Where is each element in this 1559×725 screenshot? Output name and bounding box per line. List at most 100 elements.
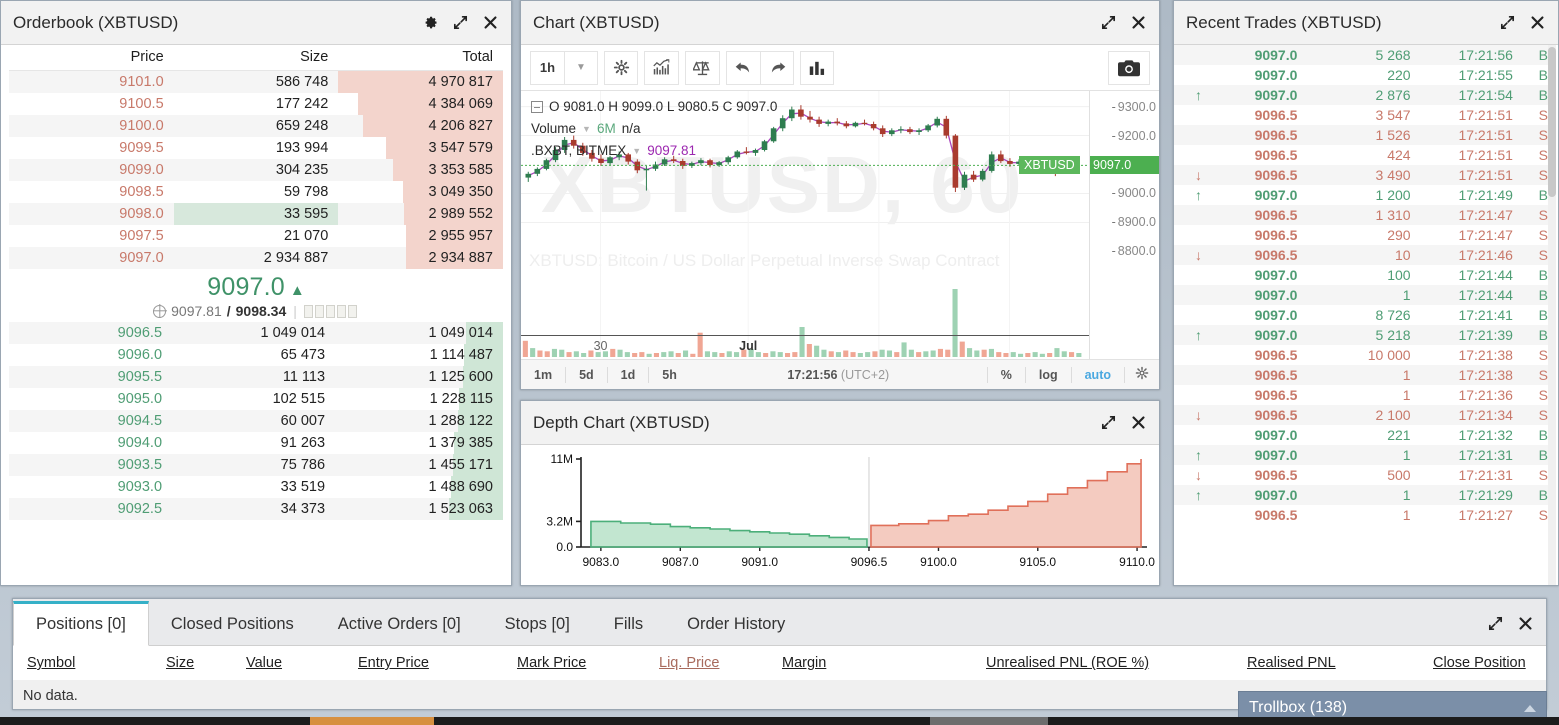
orderbook-row[interactable]: 9092.5 34 373 1 523 063 [9, 498, 503, 520]
orderbook-row[interactable]: 9097.0 2 934 887 2 934 887 [9, 247, 503, 269]
expand-icon[interactable] [1499, 14, 1516, 31]
tab-active-orders-0[interactable]: Active Orders [0] [316, 604, 483, 645]
tab-fills[interactable]: Fills [592, 604, 665, 645]
orderbook-row[interactable]: 9093.5 75 786 1 455 171 [9, 454, 503, 476]
gear-icon[interactable] [422, 14, 439, 31]
column-margin[interactable]: Margin [782, 655, 826, 671]
column-mark-price[interactable]: Mark Price [517, 655, 586, 671]
trade-row[interactable]: ↓ 9096.5 10 17:21:46 S [1174, 245, 1548, 265]
interval-selector[interactable]: 1h ▼ [530, 50, 598, 85]
orderbook-row[interactable]: 9099.0 304 235 3 353 585 [9, 159, 503, 181]
compare-button[interactable] [685, 50, 720, 85]
snapshot-button[interactable] [1108, 50, 1150, 85]
orderbook-row[interactable]: 9099.5 193 994 3 547 579 [9, 137, 503, 159]
trade-row[interactable]: 9097.0 5 268 17:21:56 B [1174, 45, 1548, 65]
trade-row[interactable]: 9096.5 424 17:21:51 S [1174, 145, 1548, 165]
chart-range-5h[interactable]: 5h [649, 368, 690, 382]
column-size[interactable]: Size [166, 655, 194, 671]
expand-icon[interactable] [1487, 615, 1504, 632]
close-icon[interactable] [1130, 414, 1147, 431]
trade-row[interactable]: 9096.5 1 17:21:27 S [1174, 505, 1548, 525]
price-axis[interactable]: 9300.09200.09000.08900.08800.09098.09097… [1089, 91, 1159, 359]
orderbook-col-price[interactable]: Price [9, 45, 174, 71]
orderbook-row[interactable]: 9095.0 102 515 1 228 115 [9, 388, 503, 410]
trade-row[interactable]: ↑ 9097.0 1 200 17:21:49 B [1174, 185, 1548, 205]
orderbook-row[interactable]: 9098.0 33 595 2 989 552 [9, 203, 503, 225]
log-scale-button[interactable]: log [1026, 368, 1071, 382]
orderbook-row[interactable]: 9093.0 33 519 1 488 690 [9, 476, 503, 498]
depth-chart-plot[interactable]: 0.0 3.2M 11M 9083.0 9087.0 9091.0 9096.5 9100.0… [521, 445, 1159, 585]
tab-stops-0[interactable]: Stops [0] [483, 604, 592, 645]
tab-order-history[interactable]: Order History [665, 604, 807, 645]
trade-row[interactable]: 9097.0 221 17:21:32 B [1174, 425, 1548, 445]
orderbook-row[interactable]: 9094.5 60 007 1 288 122 [9, 410, 503, 432]
tab-positions-0[interactable]: Positions [0] [13, 601, 149, 646]
orderbook-row[interactable]: 9094.0 91 263 1 379 385 [9, 432, 503, 454]
chart-range-5d[interactable]: 5d [566, 368, 607, 382]
percent-scale-button[interactable]: % [988, 368, 1025, 382]
orderbook-row[interactable]: 9097.5 21 070 2 955 957 [9, 225, 503, 247]
chart-header-icons [1100, 14, 1147, 31]
trade-row[interactable]: ↑ 9097.0 5 218 17:21:39 B [1174, 325, 1548, 345]
tab-closed-positions[interactable]: Closed Positions [149, 604, 316, 645]
column-close-position[interactable]: Close Position [1433, 655, 1526, 671]
chart-range-1d[interactable]: 1d [608, 368, 649, 382]
orderbook-col-size[interactable]: Size [173, 45, 339, 71]
undo-button[interactable] [726, 50, 760, 85]
trade-row[interactable]: 9097.0 1 17:21:44 B [1174, 285, 1548, 305]
trade-row[interactable]: 9096.5 1 17:21:36 S [1174, 385, 1548, 405]
trade-row[interactable]: 9096.5 1 17:21:38 S [1174, 365, 1548, 385]
trade-row[interactable]: ↑ 9097.0 1 17:21:31 B [1174, 445, 1548, 465]
chart-type-button[interactable] [800, 50, 834, 85]
orderbook-row[interactable]: 9096.0 65 473 1 114 487 [9, 344, 503, 366]
column-realised-pnl[interactable]: Realised PNL [1247, 655, 1336, 671]
close-icon[interactable] [1130, 14, 1147, 31]
time-axis[interactable]: 30 Jul [521, 335, 1089, 359]
trade-row[interactable]: ↑ 9097.0 1 17:21:29 B [1174, 485, 1548, 505]
expand-icon[interactable] [1100, 414, 1117, 431]
chart-footer-settings-button[interactable] [1125, 366, 1159, 383]
expand-icon[interactable] [1100, 14, 1117, 31]
triangle-up-icon[interactable] [1524, 704, 1536, 712]
column-value[interactable]: Value [246, 655, 282, 671]
indicators-button[interactable] [644, 50, 679, 85]
trade-row[interactable]: 9096.5 1 310 17:21:47 S [1174, 205, 1548, 225]
column-liq-price[interactable]: Liq. Price [659, 655, 719, 671]
chart-settings-button[interactable] [604, 50, 638, 85]
trade-row[interactable]: ↓ 9096.5 2 100 17:21:34 S [1174, 405, 1548, 425]
trade-row[interactable]: ↓ 9096.5 3 490 17:21:51 S [1174, 165, 1548, 185]
orderbook-row[interactable]: 9096.5 1 049 014 1 049 014 [9, 322, 503, 344]
orderbook-row[interactable]: 9101.0 586 748 4 970 817 [9, 70, 503, 93]
trades-scrollbar-thumb[interactable] [1548, 47, 1556, 197]
taskbar-item[interactable] [310, 717, 434, 725]
orderbook-row[interactable]: 9098.5 59 798 3 049 350 [9, 181, 503, 203]
trade-row[interactable]: ↓ 9096.5 500 17:21:31 S [1174, 465, 1548, 485]
trade-price: 9097.0 [1254, 307, 1298, 323]
column-entry-price[interactable]: Entry Price [358, 655, 429, 671]
close-icon[interactable] [482, 14, 499, 31]
expand-icon[interactable] [452, 14, 469, 31]
chart-plot-area[interactable]: XBTUSD, 60 XBTUSD: Bitcoin / US Dollar P… [521, 91, 1159, 359]
auto-scale-button[interactable]: auto [1072, 368, 1124, 382]
close-icon[interactable] [1529, 14, 1546, 31]
trade-row[interactable]: 9097.0 8 726 17:21:41 B [1174, 305, 1548, 325]
orderbook-row[interactable]: 9095.5 11 113 1 125 600 [9, 366, 503, 388]
trade-row[interactable]: 9096.5 290 17:21:47 S [1174, 225, 1548, 245]
taskbar-item[interactable] [930, 717, 1048, 725]
chart-range-1m[interactable]: 1m [521, 368, 565, 382]
interval-button[interactable]: 1h [530, 50, 564, 85]
close-icon[interactable] [1517, 615, 1534, 632]
trade-row[interactable]: 9096.5 3 547 17:21:51 S [1174, 105, 1548, 125]
column-unrealised-pnl-roe[interactable]: Unrealised PNL (ROE %) [986, 655, 1149, 671]
orderbook-row[interactable]: 9100.5 177 242 4 384 069 [9, 93, 503, 115]
orderbook-col-total[interactable]: Total [338, 45, 503, 71]
column-symbol[interactable]: Symbol [27, 655, 75, 671]
trade-row[interactable]: 9096.5 1 526 17:21:51 S [1174, 125, 1548, 145]
trade-row[interactable]: 9097.0 220 17:21:55 B [1174, 65, 1548, 85]
redo-button[interactable] [760, 50, 794, 85]
trade-row[interactable]: ↑ 9097.0 2 876 17:21:54 B [1174, 85, 1548, 105]
trade-row[interactable]: 9096.5 10 000 17:21:38 S [1174, 345, 1548, 365]
orderbook-row[interactable]: 9100.0 659 248 4 206 827 [9, 115, 503, 137]
trade-row[interactable]: 9097.0 100 17:21:44 B [1174, 265, 1548, 285]
chevron-down-icon[interactable]: ▼ [564, 50, 598, 85]
